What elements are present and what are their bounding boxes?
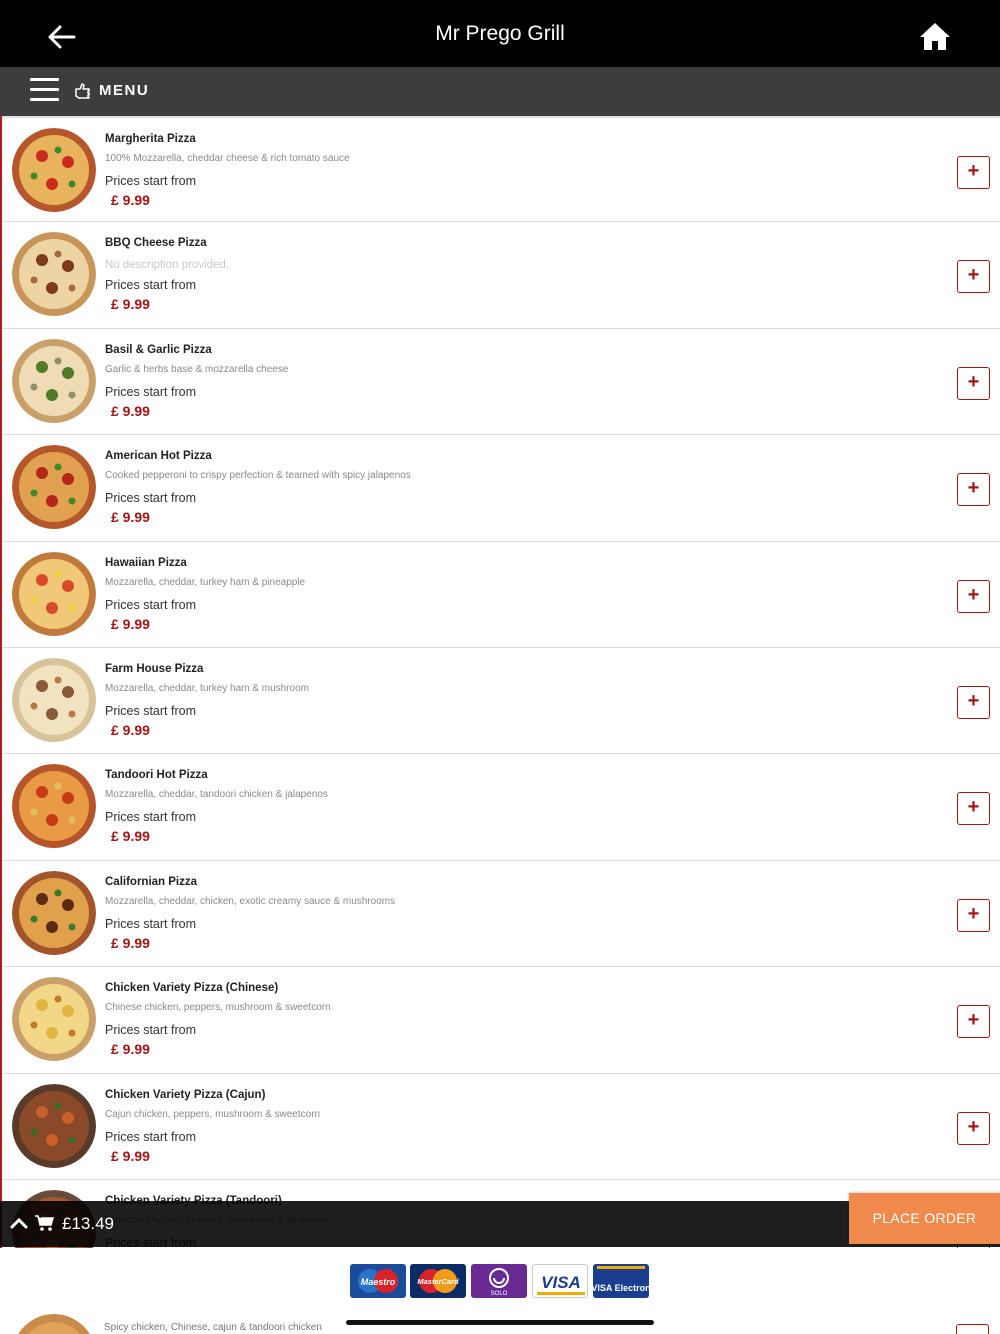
item-name[interactable]: Californian Pizza (105, 876, 197, 888)
item-price: £ 9.99 (111, 1041, 150, 1058)
item-name[interactable]: American Hot Pizza (105, 450, 212, 462)
price-prefix: Prices start from (105, 1023, 196, 1038)
solo-card-logo: SOLO (471, 1264, 527, 1298)
add-item-button[interactable] (956, 1324, 989, 1334)
home-icon (920, 23, 950, 50)
menu-item-row[interactable]: Californian Pizza Mozzarella, cheddar, ch… (2, 860, 1000, 968)
place-order-button[interactable]: PLACE ORDER (849, 1193, 1000, 1244)
item-description: Mozzarella, cheddar, tandoori chicken & … (105, 789, 328, 801)
item-price: £ 9.99 (111, 509, 150, 526)
price-prefix: Prices start from (105, 810, 196, 825)
add-item-button[interactable]: + (957, 1005, 990, 1039)
item-description: Mozzarella, cheddar, turkey ham & pineap… (105, 576, 306, 588)
hamburger-menu-button[interactable] (30, 78, 59, 104)
pizza-image (12, 128, 96, 212)
item-name[interactable]: Chicken Variety Pizza (Cajun) (105, 1089, 265, 1101)
menu-screen: Mr Prego Grill MENU Margherita Pizza 100%… (0, 0, 1000, 1334)
top-bar: Mr Prego Grill (0, 0, 1000, 67)
chevron-up-icon[interactable] (10, 1214, 28, 1232)
price-prefix: Prices start from (105, 384, 196, 399)
price-prefix: Prices start from (105, 174, 196, 188)
item-price: £ 9.99 (111, 192, 150, 208)
item-name[interactable]: Chicken Variety Pizza (Chinese) (105, 982, 278, 994)
item-name[interactable]: BBQ Cheese Pizza (105, 237, 207, 249)
svg-text:SOLO: SOLO (491, 1291, 508, 1297)
menu-item-row[interactable]: Basil & Garlic Pizza Garlic & herbs base … (2, 328, 1000, 436)
cart-icon (35, 1215, 54, 1231)
item-description: Garlic & herbs base & mozzarella cheese (105, 363, 289, 375)
pizza-image (12, 232, 96, 317)
pizza-image (12, 870, 96, 955)
visa-card-logo: VISA (532, 1264, 588, 1298)
item-price: £ 9.99 (111, 828, 150, 845)
home-indicator (346, 1320, 654, 1325)
item-description: 100% Mozzarella, cheddar cheese & rich t… (105, 153, 350, 164)
add-item-button[interactable]: + (957, 260, 990, 294)
pizza-image (12, 445, 96, 530)
mastercard-logo: MasterCard (410, 1264, 466, 1298)
menu-item-row[interactable]: BBQ Cheese Pizza No description provided.… (2, 222, 1000, 329)
add-item-button[interactable]: + (957, 792, 990, 826)
item-description: Mozzarella, cheddar, turkey ham & mushro… (105, 682, 309, 694)
price-prefix: Prices start from (105, 278, 196, 293)
item-price: £ 9.99 (111, 1147, 150, 1164)
maestro-card-logo: Maestro (350, 1264, 406, 1298)
price-prefix: Prices start from (105, 491, 196, 506)
item-description: Cooked pepperoni to crispy perfection & … (105, 470, 411, 482)
cart-total[interactable]: £13.49 (62, 1214, 114, 1234)
svg-text:MasterCard: MasterCard (417, 1277, 459, 1286)
svg-text:VISA: VISA (541, 1273, 581, 1292)
visa-electron-card-logo: VISA Electron (593, 1264, 649, 1298)
price-prefix: Prices start from (105, 916, 196, 931)
add-item-button[interactable]: + (957, 898, 990, 932)
item-name[interactable]: Hawaiian Pizza (105, 557, 187, 569)
add-item-button[interactable]: + (957, 366, 990, 400)
item-description: Mozzarella, cheddar, chicken, exotic cre… (105, 895, 396, 907)
add-item-button[interactable]: + (957, 473, 990, 507)
price-prefix: Prices start from (105, 1129, 196, 1144)
item-name[interactable]: Tandoori Hot Pizza (105, 769, 208, 781)
pizza-image (12, 764, 96, 849)
add-item-button[interactable]: + (957, 156, 990, 189)
menu-item-row[interactable]: Farm House Pizza Mozzarella, cheddar, tur… (2, 647, 1000, 755)
svg-text:VISA Electron: VISA Electron (593, 1283, 649, 1293)
menu-label[interactable]: MENU (99, 82, 149, 99)
svg-text:Maestro: Maestro (361, 1277, 396, 1287)
item-description: Cajun chicken, peppers, mushroom & sweet… (105, 1108, 321, 1120)
item-name[interactable]: Basil & Garlic Pizza (105, 344, 212, 356)
item-description: Chinese chicken, peppers, mushroom & swe… (105, 1002, 331, 1014)
pizza-image (12, 551, 96, 636)
price-prefix: Prices start from (105, 597, 196, 612)
add-item-button[interactable]: + (957, 685, 990, 719)
menu-item-row[interactable]: Chicken Variety Pizza (Chinese) Chinese c… (2, 967, 1000, 1074)
item-price: £ 9.99 (111, 296, 150, 313)
menu-item-row[interactable]: Chicken Variety Pizza (Cajun) Cajun chick… (2, 1073, 1000, 1180)
add-item-button[interactable]: + (957, 1111, 990, 1145)
item-name[interactable]: Farm House Pizza (105, 663, 203, 675)
item-price: £ 9.99 (111, 615, 150, 632)
pizza-image (12, 1314, 96, 1334)
pizza-image (12, 977, 96, 1062)
menu-item-list[interactable]: Margherita Pizza 100% Mozzarella, cheddar… (0, 116, 1000, 1334)
item-price: £ 9.99 (111, 402, 150, 419)
item-price: £ 9.99 (111, 721, 150, 738)
menu-item-row[interactable]: Hawaiian Pizza Mozzarella, cheddar, turke… (2, 541, 1000, 648)
item-description: Spicy chicken, Chinese, cajun & tandoori… (104, 1322, 322, 1333)
menu-item-row[interactable]: Tandoori Hot Pizza Mozzarella, cheddar, t… (2, 754, 1000, 861)
item-description: No description provided. (105, 259, 230, 272)
home-button[interactable] (918, 20, 952, 54)
add-item-button[interactable]: + (957, 579, 990, 613)
menu-item-row[interactable]: American Hot Pizza Cooked pepperoni to cr… (2, 435, 1000, 542)
pizza-image (12, 1083, 96, 1168)
pizza-image (12, 657, 96, 742)
pizza-image (12, 338, 96, 423)
price-prefix: Prices start from (105, 703, 196, 718)
item-price: £ 9.99 (111, 934, 150, 951)
payment-methods: Maestro MasterCard SOLO VISA VISA Electr… (0, 1248, 1000, 1310)
page-title: Mr Prego Grill (435, 22, 565, 45)
menu-bar: MENU (0, 67, 1000, 116)
menu-item-row[interactable]: Margherita Pizza 100% Mozzarella, cheddar… (2, 116, 1000, 223)
hand-pointer-icon (75, 83, 90, 99)
item-name[interactable]: Margherita Pizza (105, 133, 196, 145)
